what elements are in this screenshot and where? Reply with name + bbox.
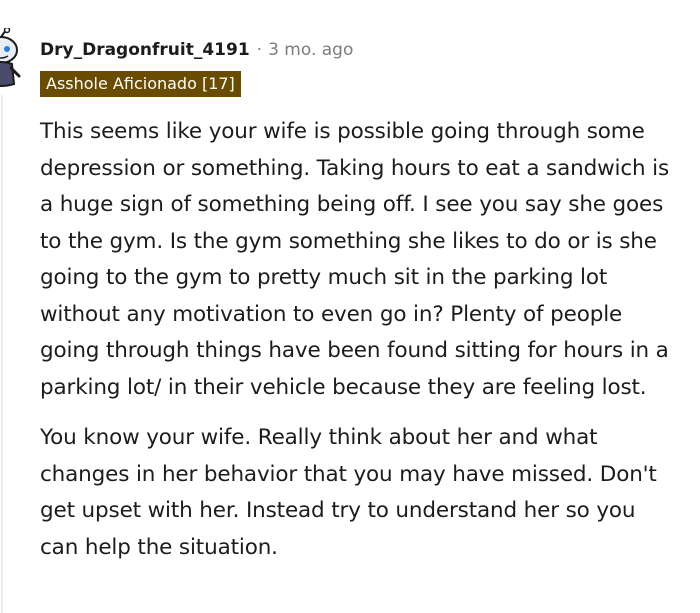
comment-timestamp[interactable]: 3 mo. ago <box>268 40 353 60</box>
comment-paragraph: You know your wife. Really think about h… <box>40 425 657 560</box>
user-flair-badge: Asshole Aficionado [17] <box>40 71 241 97</box>
comment-header: Dry_Dragonfruit_4191 · 3 mo. ago <box>40 38 353 62</box>
separator-dot: · <box>256 40 263 60</box>
author-username[interactable]: Dry_Dragonfruit_4191 <box>40 40 250 60</box>
user-avatar-icon[interactable] <box>0 26 22 90</box>
comment-body: This seems like your wife is possible go… <box>40 114 680 566</box>
thread-line[interactable] <box>1 95 3 613</box>
comment-paragraph: This seems like your wife is possible go… <box>40 119 670 400</box>
snoo-avatar-icon <box>0 26 21 87</box>
